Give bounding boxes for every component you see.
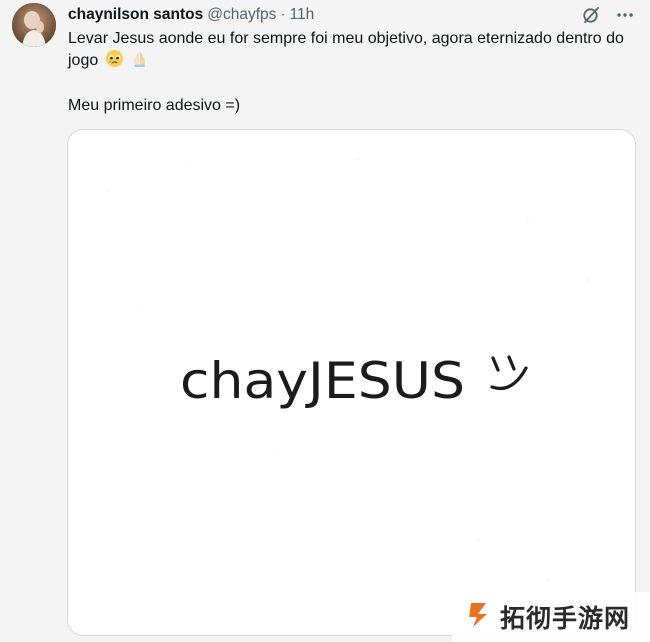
grok-icon[interactable] [580,4,602,26]
tweet-header: chaynilson santos @chayfps · 11h [68,4,314,26]
author-handle[interactable]: @chayfps [207,6,276,24]
tweet-text-paragraph-1: Levar Jesus aonde eu for sempre foi meu … [68,28,636,74]
watermark: 拓彻手游网 [452,592,650,642]
sticker-text: chayJESUS [180,352,465,410]
author-name[interactable]: chaynilson santos [68,6,203,24]
pleading-face-emoji [105,49,124,74]
watermark-text: 拓彻手游网 [500,605,631,633]
tweet-timestamp[interactable]: 11h [290,6,315,24]
avatar[interactable] [12,3,56,47]
header-separator: · [280,6,286,23]
folded-hands-emoji [130,49,149,74]
tweet-text: Levar Jesus aonde eu for sempre foi meu … [68,28,636,116]
tweet-text-paragraph-2: Meu primeiro adesivo =) [68,97,241,114]
watermark-logo-icon [464,600,494,635]
tweet-media-image[interactable]: chayJESUS [67,129,636,636]
tweet-header-actions [580,4,636,26]
tweet-text-line-1: Levar Jesus aonde eu for sempre foi meu … [68,30,624,69]
more-options-icon[interactable] [614,4,636,26]
